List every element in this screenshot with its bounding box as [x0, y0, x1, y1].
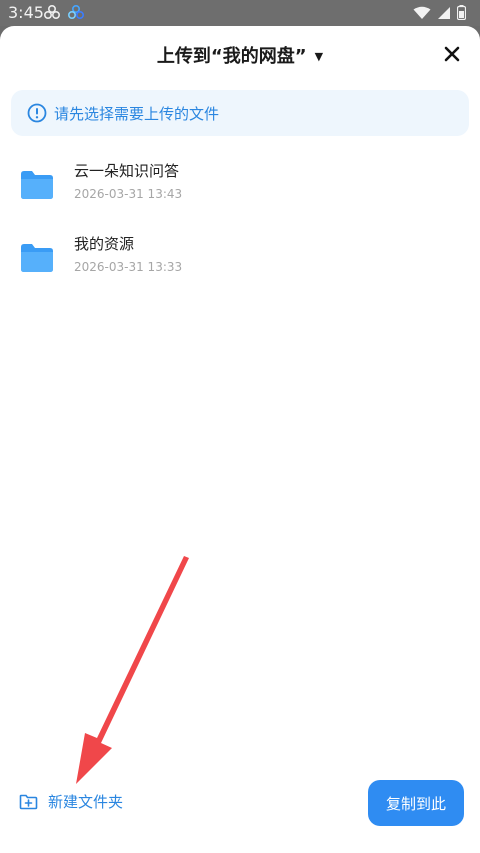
folder-name: 云一朵知识问答	[74, 162, 180, 180]
wifi-icon	[413, 6, 431, 19]
dropdown-caret-icon[interactable]: ▼	[315, 50, 323, 63]
folder-date: 2026-03-31 13:33	[74, 260, 183, 274]
signal-icon	[438, 6, 450, 19]
notice-text: 请先选择需要上传的文件	[54, 104, 220, 123]
folder-date: 2026-03-31 13:43	[74, 187, 183, 201]
copy-here-button[interactable]: 复制到此	[368, 780, 464, 826]
folder-add-icon	[19, 794, 38, 809]
status-time: 3:45	[8, 3, 44, 22]
notice-banner: 请先选择需要上传的文件	[11, 90, 469, 136]
folder-icon	[21, 171, 53, 199]
close-icon[interactable]	[440, 42, 464, 66]
folder-item[interactable]: 我的资源 2026-03-31 13:33	[0, 231, 480, 293]
upload-destination-title[interactable]: 上传到“我的网盘” ▼	[0, 42, 480, 68]
folder-icon	[21, 244, 53, 272]
cloud-app-color-icon	[68, 5, 84, 19]
info-icon	[27, 103, 47, 123]
new-folder-label: 新建文件夹	[48, 792, 124, 811]
upload-sheet: 上传到“我的网盘” ▼ 请先选择需要上传的文件 云一朵知识问答 2026-03-3…	[0, 26, 480, 853]
battery-icon	[457, 5, 466, 20]
title-text: 上传到“我的网盘”	[156, 46, 307, 67]
status-bar: 3:45	[0, 0, 480, 26]
cloud-app-icon	[44, 5, 60, 19]
new-folder-button[interactable]: 新建文件夹	[19, 789, 123, 813]
folder-item[interactable]: 云一朵知识问答 2026-03-31 13:43	[0, 158, 480, 220]
folder-name: 我的资源	[74, 235, 135, 253]
